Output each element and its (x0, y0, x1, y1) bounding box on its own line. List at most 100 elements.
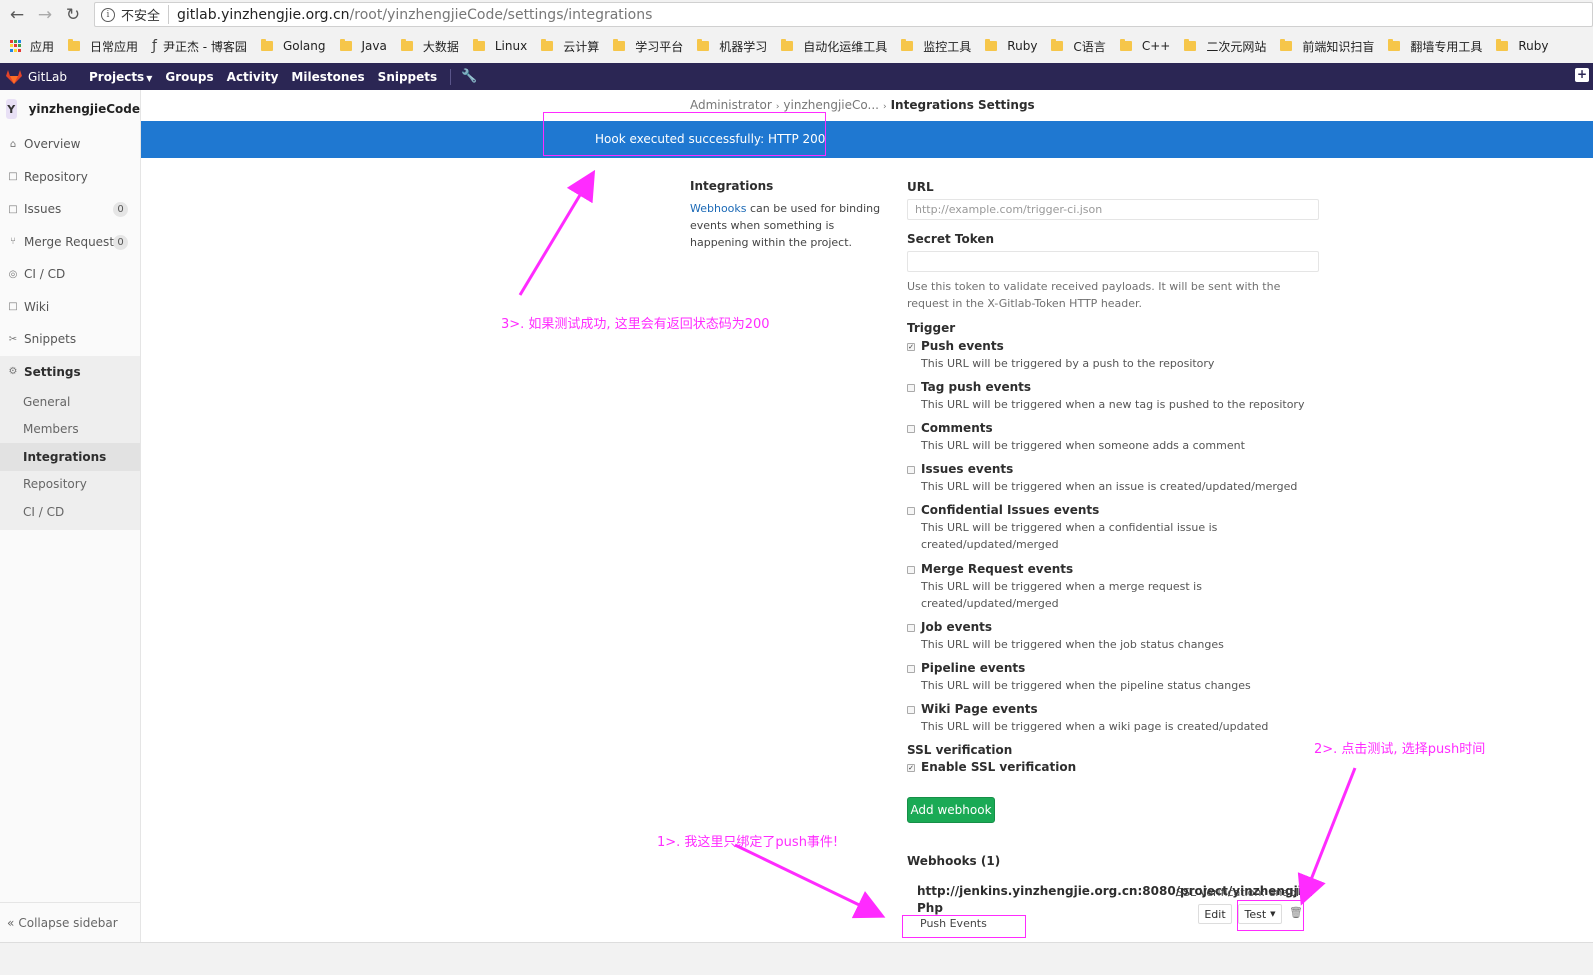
ssl-checkbox-row[interactable]: ✓ Enable SSL verification (907, 760, 1327, 774)
plus-icon[interactable]: + (1575, 68, 1589, 82)
arrow-to-flash (518, 169, 596, 296)
sidebar-item-merge-requests[interactable]: ⑂ Merge Requests 0 (0, 226, 140, 259)
trigger-checkbox[interactable] (907, 624, 915, 632)
trigger-title: Pipeline events (921, 661, 1026, 675)
bookmark-item[interactable]: C++ (1119, 39, 1170, 53)
bookmark-item[interactable]: 大数据 (400, 38, 459, 55)
bookmark-item[interactable]: 云计算 (541, 38, 599, 55)
breadcrumb-project[interactable]: yinzhengjieCo... (783, 98, 879, 112)
bookmark-item[interactable]: Linux (472, 39, 527, 53)
edit-webhook-button[interactable]: Edit (1198, 904, 1232, 924)
trigger-description: This URL will be triggered when someone … (921, 439, 1245, 452)
trigger-description: This URL will be triggered when a merge … (921, 580, 1202, 610)
trigger-checkbox[interactable] (907, 466, 915, 474)
bookmark-label: 监控工具 (923, 39, 972, 54)
gitlab-logo[interactable]: GitLab (6, 69, 67, 84)
sidebar-subitem-members[interactable]: Members (0, 416, 140, 444)
nav-snippets[interactable]: Snippets (378, 70, 438, 84)
sidebar-item-settings[interactable]: ⚙ Settings (0, 355, 140, 388)
gear-icon: ⚙ (8, 366, 18, 378)
add-webhook-button[interactable]: Add webhook (907, 797, 995, 823)
sidebar-item-issues[interactable]: □ Issues 0 (0, 193, 140, 226)
sidebar-item-overview[interactable]: ⌂ Overview (0, 128, 140, 161)
info-icon[interactable]: i (101, 7, 115, 22)
trigger-row[interactable]: Job events This URL will be triggered whe… (907, 620, 1327, 653)
bookmark-label: 机器学习 (719, 39, 768, 54)
trigger-row[interactable]: Confidential Issues events This URL will … (907, 503, 1327, 553)
trigger-checkbox[interactable] (907, 384, 915, 392)
collapse-sidebar[interactable]: «Collapse sidebar (0, 902, 140, 942)
trigger-row[interactable]: Pipeline events This URL will be triggere… (907, 661, 1327, 694)
ssl-checkbox[interactable]: ✓ (907, 764, 915, 772)
url-host: gitlab.yinzhengjie.org.cn (177, 6, 350, 23)
nav-groups[interactable]: Groups (165, 70, 213, 84)
trigger-row[interactable]: Merge Request events This URL will be tri… (907, 562, 1327, 612)
sidebar-item-label: CI / CD (24, 267, 66, 282)
bookmark-item[interactable]: 监控工具 (901, 38, 971, 55)
bookmark-item[interactable]: Golang (260, 39, 326, 53)
trigger-checkbox[interactable] (907, 665, 915, 673)
nav-milestones[interactable]: Milestones (291, 70, 364, 84)
trigger-text: Merge Request events This URL will be tri… (921, 562, 1327, 612)
token-help: Use this token to validate received payl… (907, 280, 1281, 310)
forward-icon[interactable]: → (34, 4, 56, 26)
bookmark-item[interactable]: 学习平台 (613, 38, 683, 55)
sidebar-subitem-general[interactable]: General (0, 388, 140, 416)
bookmark-item[interactable]: 机器学习 (697, 38, 767, 55)
back-icon[interactable]: ← (6, 4, 28, 26)
bookmark-label: C语言 (1073, 39, 1106, 54)
bookmark-item[interactable]: 前端知识扫盲 (1280, 38, 1374, 55)
trigger-checkbox[interactable] (907, 566, 915, 574)
trigger-checkbox[interactable] (907, 706, 915, 714)
reload-icon[interactable]: ↻ (62, 4, 84, 26)
ssl-option-label: Enable SSL verification (921, 760, 1077, 774)
sidebar-item-ci-cd[interactable]: ◎ CI / CD (0, 258, 140, 291)
bookmark-item[interactable]: Java (339, 39, 387, 53)
bookmark-item[interactable]: 自动化运维工具 (781, 38, 887, 55)
sidebar-item-snippets[interactable]: ✂ Snippets (0, 323, 140, 356)
bookmark-item[interactable]: ƒ 尹正杰 - 博客园 (152, 38, 247, 55)
trigger-checkbox[interactable]: ✓ (907, 343, 915, 351)
secret-token-input[interactable] (907, 251, 1319, 272)
bookmark-label: 前端知识扫盲 (1302, 39, 1375, 54)
sidebar-item-repository[interactable]: □ Repository (0, 161, 140, 194)
nav-projects[interactable]: Projects ▼ (89, 70, 152, 84)
trigger-text: Push events This URL will be triggered by… (921, 339, 1214, 372)
trigger-text: Job events This URL will be triggered whe… (921, 620, 1224, 653)
trigger-row[interactable]: Wiki Page events This URL will be trigger… (907, 702, 1327, 735)
wrench-icon[interactable]: 🔧 (461, 69, 477, 84)
breadcrumb-admin[interactable]: Administrator (690, 98, 772, 112)
url-input[interactable]: http://example.com/trigger-ci.json (907, 199, 1319, 220)
trigger-text: Tag push events This URL will be triggere… (921, 380, 1304, 413)
sidebar-subitem-integrations[interactable]: Integrations (0, 443, 140, 471)
bookmark-item[interactable]: 翻墙专用工具 (1388, 38, 1482, 55)
trigger-checkbox[interactable] (907, 425, 915, 433)
folder-icon (68, 39, 81, 51)
bookmark-item[interactable]: 日常应用 (68, 38, 138, 55)
webhooks-title: Webhooks (1) (907, 854, 1001, 868)
webhooks-link[interactable]: Webhooks (690, 202, 747, 215)
trigger-row[interactable]: ✓ Push events This URL will be triggered b… (907, 339, 1327, 372)
sidebar-subitem-repository[interactable]: Repository (0, 471, 140, 499)
double-chevron-left-icon: « (7, 915, 15, 930)
project-header[interactable]: Y yinzhengjieCode (0, 90, 140, 128)
trigger-row[interactable]: Issues events This URL will be triggered … (907, 462, 1327, 495)
bookmark-item[interactable]: C语言 (1051, 38, 1106, 55)
trigger-label: Trigger (907, 321, 956, 335)
bookmark-item[interactable]: Ruby (985, 39, 1037, 53)
sidebar-item-label: Snippets (24, 332, 77, 347)
sidebar-item-wiki[interactable]: □ Wiki (0, 291, 140, 324)
ssl-label: SSL verification (907, 743, 1013, 757)
bookmark-item[interactable]: Ruby (1496, 39, 1548, 53)
bookmark-item[interactable]: 二次元网站 (1184, 38, 1266, 55)
trigger-row[interactable]: Tag push events This URL will be triggere… (907, 380, 1327, 413)
address-bar[interactable]: i 不安全 gitlab.yinzhengjie.org.cn/root/yin… (94, 2, 1593, 27)
trigger-checkbox[interactable] (907, 507, 915, 515)
sidebar-subitem-ci-cd[interactable]: CI / CD (0, 498, 140, 526)
trigger-description: This URL will be triggered when a confid… (921, 521, 1218, 551)
folder-icon (1388, 39, 1401, 51)
sidebar-menu: ⌂ Overview □ Repository □ Issues 0 ⑂ Merge Reque… (0, 128, 140, 388)
trigger-row[interactable]: Comments This URL will be triggered when … (907, 421, 1327, 454)
bookmark-item[interactable]: 应用 (10, 38, 54, 55)
nav-activity[interactable]: Activity (227, 70, 279, 84)
